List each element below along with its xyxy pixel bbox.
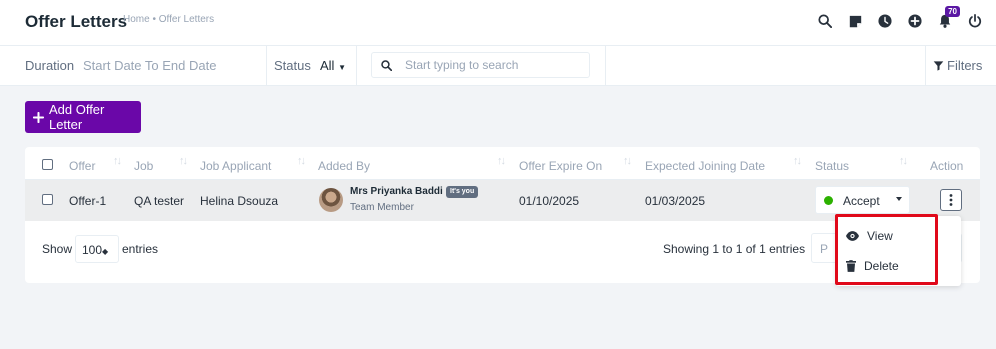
sort-icon[interactable]: ↑↓ — [297, 155, 306, 167]
expire-on-cell: 01/10/2025 — [519, 194, 580, 208]
search-icon — [372, 53, 400, 77]
sort-icon[interactable]: ↑↓ — [793, 155, 802, 167]
notification-count: 70 — [945, 6, 960, 17]
delete-menu-item[interactable]: Delete — [846, 259, 899, 273]
plus-circle-icon[interactable] — [906, 12, 924, 30]
sticky-note-icon[interactable] — [846, 12, 864, 30]
show-label: Show — [42, 242, 73, 256]
power-icon[interactable] — [966, 12, 984, 30]
column-header-job[interactable]: Job — [134, 159, 153, 173]
sort-caret-icon: ◆ — [102, 247, 109, 256]
add-offer-letter-label: Add Offer Letter — [48, 102, 105, 132]
column-header-job-applicant[interactable]: Job Applicant — [200, 159, 271, 173]
view-label: View — [867, 229, 893, 243]
divider — [605, 46, 606, 86]
column-header-offer-expire-on[interactable]: Offer Expire On — [519, 159, 602, 173]
job-cell[interactable]: QA tester — [134, 194, 184, 208]
added-by-name[interactable]: Mrs Priyanka Baddi — [350, 186, 443, 197]
column-header-expected-joining-date[interactable]: Expected Joining Date — [645, 159, 765, 173]
divider — [266, 46, 267, 86]
status-select[interactable]: Accept — [815, 186, 910, 214]
filter-bar: Duration Start Date To End Date Status A… — [0, 46, 996, 86]
sort-icon[interactable]: ↑↓ — [623, 155, 632, 167]
plus-icon — [33, 111, 44, 123]
delete-label: Delete — [864, 259, 899, 273]
add-offer-letter-button[interactable]: Add Offer Letter — [25, 101, 141, 133]
bell-icon[interactable]: 70 — [936, 6, 960, 30]
row-actions-menu: View Delete — [836, 216, 961, 286]
top-icons: 70 — [816, 6, 984, 30]
offer-cell[interactable]: Offer-1 — [69, 194, 106, 208]
divider — [925, 46, 926, 86]
applicant-cell[interactable]: Helina Dsouza — [200, 194, 278, 208]
more-vertical-icon — [949, 194, 953, 206]
its-you-badge: It's you — [446, 186, 479, 198]
filter-icon — [933, 61, 944, 71]
duration-label: Duration — [25, 58, 75, 73]
avatar — [319, 188, 343, 212]
sort-icon[interactable]: ↑↓ — [113, 155, 122, 167]
joining-date-cell: 01/03/2025 — [645, 194, 706, 208]
entries-per-page-value: 100 — [82, 243, 103, 257]
pagination-info: Showing 1 to 1 of 1 entries — [663, 242, 806, 256]
column-header-status[interactable]: Status — [815, 159, 849, 173]
select-all-checkbox[interactable] — [42, 159, 53, 170]
search-input[interactable] — [405, 57, 585, 73]
status-dot-icon — [824, 196, 833, 205]
sort-icon[interactable]: ↑↓ — [899, 155, 908, 167]
date-range-picker[interactable]: Start Date To End Date — [83, 58, 216, 73]
status-value: Accept — [843, 194, 880, 208]
top-bar: Offer Letters Home • Offer Letters 70 — [0, 0, 996, 46]
trash-icon — [846, 260, 856, 272]
filters-label: Filters — [947, 58, 983, 73]
column-header-action: Action — [930, 159, 964, 173]
sort-icon[interactable]: ↑↓ — [179, 155, 188, 167]
status-filter-select[interactable]: All ▼ — [320, 58, 346, 73]
filters-button[interactable]: Filters — [933, 58, 982, 73]
table-header: Offer ↑↓ Job ↑↓ Job Applicant ↑↓ Added B… — [25, 147, 980, 180]
search-icon[interactable] — [816, 12, 834, 30]
row-actions-button[interactable] — [940, 189, 962, 211]
clock-icon[interactable] — [876, 12, 894, 30]
caret-down-icon — [896, 197, 902, 201]
view-menu-item[interactable]: View — [846, 229, 893, 243]
divider — [356, 46, 357, 86]
breadcrumb: Home • Offer Letters — [123, 14, 215, 25]
row-checkbox[interactable] — [42, 194, 53, 205]
column-header-offer[interactable]: Offer — [69, 159, 95, 173]
eye-icon — [846, 231, 859, 241]
column-header-added-by[interactable]: Added By — [318, 159, 370, 173]
table-row: Offer-1 QA tester Helina Dsouza Mrs Priy… — [25, 180, 980, 221]
caret-down-icon: ▼ — [338, 63, 346, 72]
entries-label: entries — [122, 242, 159, 256]
status-filter-value: All — [320, 58, 335, 73]
sort-icon[interactable]: ↑↓ — [497, 155, 506, 167]
added-by-role: Team Member — [350, 202, 414, 213]
entries-per-page-select[interactable]: 100◆ — [75, 235, 119, 263]
status-filter-label: Status — [274, 58, 311, 73]
page-title: Offer Letters — [25, 12, 128, 31]
search-box — [371, 52, 590, 78]
